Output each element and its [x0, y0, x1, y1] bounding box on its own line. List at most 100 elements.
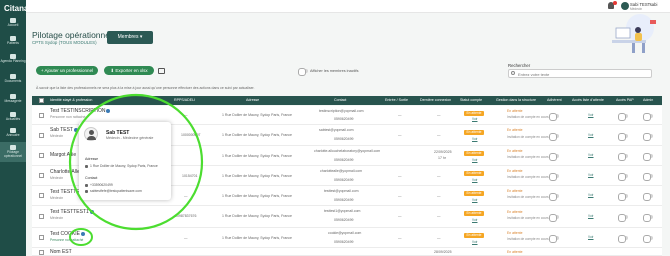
sidebar-item-accueil[interactable]: Accueil [0, 18, 26, 28]
admin-toggle[interactable] [643, 214, 653, 222]
member-name[interactable]: Nom EST [50, 249, 72, 255]
admin-toggle[interactable] [643, 133, 653, 141]
rpps-cell: — [184, 113, 188, 117]
select-all-checkbox[interactable] [39, 98, 44, 103]
sidebar-item-pilotage[interactable]: Pilotage opérationnel [0, 142, 26, 162]
status-link[interactable]: Voir [472, 240, 478, 244]
column-header[interactable]: Accès PAP [616, 98, 634, 102]
member-profession: Médecin [50, 216, 64, 220]
row-checkbox[interactable] [39, 214, 44, 219]
row-checkbox[interactable] [39, 193, 44, 198]
sidebar-item-patients[interactable]: Patients [0, 36, 26, 46]
member-name[interactable]: Charlotte Alle [50, 169, 80, 175]
column-header[interactable]: Accès liste d'attente [572, 98, 604, 102]
column-header[interactable]: Adresse [246, 98, 259, 102]
status-badge: En attente [464, 130, 484, 135]
last-login-cell: 28/09/2025 [434, 250, 452, 254]
gestion-sub: Invitation de compte en cours [507, 216, 549, 220]
waitlist-link[interactable]: Voir [588, 133, 594, 137]
pap-toggle[interactable] [618, 193, 628, 201]
waitlist-link[interactable]: Voir [588, 193, 594, 197]
adherent-toggle[interactable] [549, 133, 559, 141]
adherent-toggle[interactable] [549, 214, 559, 222]
member-name[interactable]: Sab TEST [50, 127, 78, 133]
adherent-toggle[interactable] [549, 153, 559, 161]
admin-toggle[interactable] [643, 235, 653, 243]
admin-toggle[interactable] [643, 193, 653, 201]
column-header[interactable]: Gestion dans la structure [496, 98, 536, 102]
row-checkbox[interactable] [39, 250, 44, 255]
address-cell: 1 Rue Dollier de Mauny, Sydop Paris, Fra… [222, 214, 292, 218]
membres-dropdown-button[interactable]: Membres ▾ [107, 31, 153, 44]
sidebar-item-documents[interactable]: Documents [0, 74, 26, 84]
adherent-toggle[interactable] [549, 193, 559, 201]
column-header[interactable]: Statut compte [460, 98, 482, 102]
column-header[interactable]: Identité stayé & profession [50, 98, 92, 102]
entry-cell: — [398, 214, 402, 218]
waitlist-link[interactable]: Voir [588, 173, 594, 177]
waitlist-link[interactable]: Voir [588, 235, 594, 239]
adherent-toggle[interactable] [549, 173, 559, 181]
pap-toggle[interactable] [618, 214, 628, 222]
popup-address: 1 Rue Dollier de Mauny, Sydop Paris, Fra… [85, 164, 158, 168]
email-icon [85, 189, 88, 193]
status-link[interactable]: Voir [472, 198, 478, 202]
status-link[interactable]: Voir [472, 117, 478, 121]
column-header[interactable]: Admin [643, 98, 653, 102]
member-profession: Médecin [50, 134, 64, 138]
admin-toggle[interactable] [643, 153, 653, 161]
address-cell: 1 Rue Dollier de Mauny, Sydop Paris, Fra… [222, 236, 292, 240]
table-row[interactable]: Test COOKIE Personne non rattaché — 1 Ru… [32, 228, 662, 248]
row-checkbox[interactable] [39, 235, 44, 240]
pap-toggle[interactable] [618, 153, 628, 161]
top-bar: Sabi TESTsabi Médecin [26, 0, 670, 13]
member-name[interactable]: Test COOKIE [50, 231, 86, 237]
column-header[interactable]: Dernière connexion [420, 98, 451, 102]
pap-toggle[interactable] [618, 133, 628, 141]
admin-toggle[interactable] [643, 173, 653, 181]
avatar[interactable] [621, 2, 629, 10]
search-input[interactable] [518, 71, 648, 77]
row-checkbox[interactable] [39, 133, 44, 138]
sidebar-item-label: Actualités [5, 117, 21, 121]
column-header[interactable]: Entrée / Sortie [385, 98, 408, 102]
adherent-toggle[interactable] [549, 235, 559, 243]
sidebar-item-agenda[interactable]: Agenda Planning [0, 54, 26, 64]
print-icon[interactable] [158, 68, 165, 74]
row-checkbox[interactable] [39, 173, 44, 178]
table-row[interactable]: Test TESTTEST1 Médecin 10987837676 1 Rue… [32, 206, 662, 228]
pap-toggle[interactable] [618, 113, 628, 121]
address-cell: 1 Rue Dollier de Mauny, Sydop Paris, Fra… [222, 113, 292, 117]
inactive-members-toggle[interactable] [298, 68, 308, 76]
status-link[interactable]: Voir [472, 158, 478, 162]
waitlist-link[interactable]: Voir [588, 214, 594, 218]
row-checkbox[interactable] [39, 153, 44, 158]
sidebar-item-annuaire[interactable]: Annuaire [0, 128, 26, 138]
table-row[interactable]: Nom EST 28/09/2025 En attente [32, 248, 662, 256]
status-link[interactable]: Voir [472, 178, 478, 182]
row-checkbox[interactable] [39, 113, 44, 118]
add-professional-button[interactable]: + Ajouter un professionnel [36, 66, 98, 75]
column-header[interactable]: Contact [334, 98, 346, 102]
admin-toggle[interactable] [643, 113, 653, 121]
sidebar-item-actualites[interactable]: Actualités [0, 112, 26, 122]
member-name[interactable]: Test TESTINSCRIPTION [50, 108, 111, 114]
member-name[interactable]: Margot Allie [50, 152, 76, 158]
column-header[interactable]: Adhérent [547, 98, 562, 102]
email-cell: testinscription@yopmail.com [319, 109, 364, 113]
pap-toggle[interactable] [618, 235, 628, 243]
waitlist-link[interactable]: Voir [588, 113, 594, 117]
column-header[interactable]: RPPS/ADELI [174, 98, 195, 102]
export-xlsx-button[interactable]: ⬇ Exporter en xlsx [104, 66, 154, 75]
phone-cell: 0590620499 [334, 240, 354, 244]
waitlist-link[interactable]: Voir [588, 153, 594, 157]
status-link[interactable]: Voir [472, 218, 478, 222]
popup-email[interactable]: sabtestfefe@testcpatientsave.com [85, 189, 142, 193]
pap-toggle[interactable] [618, 173, 628, 181]
popup-phone[interactable]: +33590620499 [85, 183, 113, 187]
sidebar-item-label: Messagerie [4, 99, 22, 103]
member-name[interactable]: Test TESTTEST1 [50, 209, 94, 215]
status-link[interactable]: Voir [472, 137, 478, 141]
sidebar-item-messagerie[interactable]: Messagerie [0, 94, 26, 104]
adherent-toggle[interactable] [549, 113, 559, 121]
